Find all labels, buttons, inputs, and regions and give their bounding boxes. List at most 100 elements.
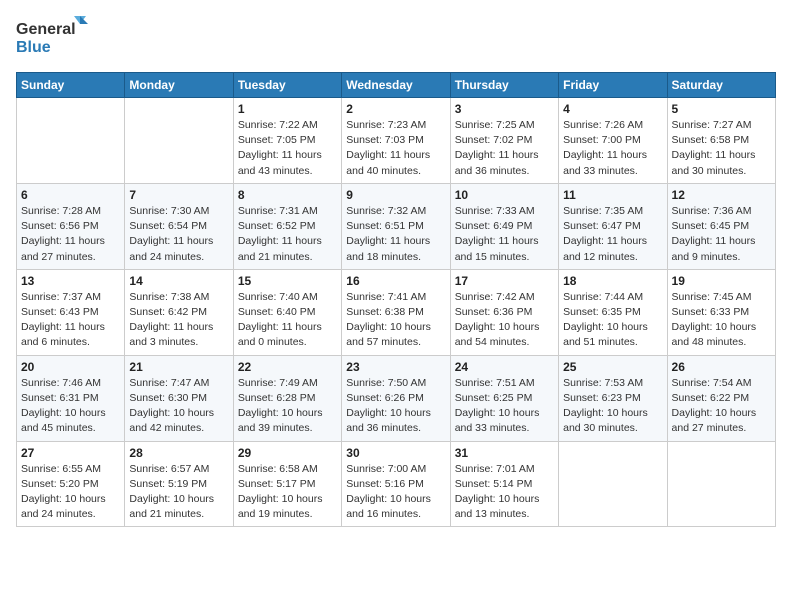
day-detail: Sunrise: 7:49 AMSunset: 6:28 PMDaylight:… [238, 376, 337, 437]
day-number: 15 [238, 274, 337, 288]
day-number: 17 [455, 274, 554, 288]
day-number: 27 [21, 446, 120, 460]
calendar-cell: 24Sunrise: 7:51 AMSunset: 6:25 PMDayligh… [450, 355, 558, 441]
day-detail: Sunrise: 6:55 AMSunset: 5:20 PMDaylight:… [21, 462, 120, 523]
day-detail: Sunrise: 7:00 AMSunset: 5:16 PMDaylight:… [346, 462, 445, 523]
day-header-sunday: Sunday [17, 73, 125, 98]
day-number: 31 [455, 446, 554, 460]
day-detail: Sunrise: 7:51 AMSunset: 6:25 PMDaylight:… [455, 376, 554, 437]
day-detail: Sunrise: 7:28 AMSunset: 6:56 PMDaylight:… [21, 204, 120, 265]
day-number: 13 [21, 274, 120, 288]
day-number: 11 [563, 188, 662, 202]
calendar-cell: 31 Sunrise: 7:01 AMSunset: 5:14 PMDayligh… [450, 441, 558, 527]
day-detail: Sunrise: 7:46 AMSunset: 6:31 PMDaylight:… [21, 376, 120, 437]
calendar-cell: 14 Sunrise: 7:38 AMSunset: 6:42 PMDayligh… [125, 269, 233, 355]
day-detail: Sunrise: 7:54 AMSunset: 6:22 PMDaylight:… [672, 376, 771, 437]
page-header: GeneralBlue [16, 16, 776, 60]
calendar-cell: 30 Sunrise: 7:00 AMSunset: 5:16 PMDayligh… [342, 441, 450, 527]
calendar-cell: 20 Sunrise: 7:46 AMSunset: 6:31 PMDayligh… [17, 355, 125, 441]
calendar-cell: 15 Sunrise: 7:40 AMSunset: 6:40 PMDayligh… [233, 269, 341, 355]
calendar-cell [17, 98, 125, 184]
calendar-week-row: 27 Sunrise: 6:55 AMSunset: 5:20 PMDayligh… [17, 441, 776, 527]
calendar-cell: 3Sunrise: 7:25 AMSunset: 7:02 PMDaylight… [450, 98, 558, 184]
day-header-wednesday: Wednesday [342, 73, 450, 98]
calendar-cell [667, 441, 775, 527]
day-detail: Sunrise: 6:57 AMSunset: 5:19 PMDaylight:… [129, 462, 228, 523]
day-detail: Sunrise: 6:58 AMSunset: 5:17 PMDaylight:… [238, 462, 337, 523]
day-number: 25 [563, 360, 662, 374]
day-number: 30 [346, 446, 445, 460]
calendar-cell: 2Sunrise: 7:23 AMSunset: 7:03 PMDaylight… [342, 98, 450, 184]
day-header-monday: Monday [125, 73, 233, 98]
day-detail: Sunrise: 7:40 AMSunset: 6:40 PMDaylight:… [238, 290, 337, 351]
day-detail: Sunrise: 7:45 AMSunset: 6:33 PMDaylight:… [672, 290, 771, 351]
svg-text:General: General [16, 21, 76, 38]
calendar-cell: 4Sunrise: 7:26 AMSunset: 7:00 PMDaylight… [559, 98, 667, 184]
day-number: 12 [672, 188, 771, 202]
day-number: 6 [21, 188, 120, 202]
day-detail: Sunrise: 7:47 AMSunset: 6:30 PMDaylight:… [129, 376, 228, 437]
calendar-week-row: 20 Sunrise: 7:46 AMSunset: 6:31 PMDayligh… [17, 355, 776, 441]
day-number: 26 [672, 360, 771, 374]
day-header-friday: Friday [559, 73, 667, 98]
day-number: 22 [238, 360, 337, 374]
calendar-cell: 27 Sunrise: 6:55 AMSunset: 5:20 PMDayligh… [17, 441, 125, 527]
calendar-cell: 12 Sunrise: 7:36 AMSunset: 6:45 PMDayligh… [667, 183, 775, 269]
calendar-cell: 29 Sunrise: 6:58 AMSunset: 5:17 PMDayligh… [233, 441, 341, 527]
day-detail: Sunrise: 7:41 AMSunset: 6:38 PMDaylight:… [346, 290, 445, 351]
day-number: 1 [238, 102, 337, 116]
day-detail: Sunrise: 7:33 AMSunset: 6:49 PMDaylight:… [455, 204, 554, 265]
day-detail: Sunrise: 7:32 AMSunset: 6:51 PMDaylight:… [346, 204, 445, 265]
calendar-cell: 10Sunrise: 7:33 AMSunset: 6:49 PMDayligh… [450, 183, 558, 269]
day-detail: Sunrise: 7:35 AMSunset: 6:47 PMDaylight:… [563, 204, 662, 265]
calendar-cell: 11 Sunrise: 7:35 AMSunset: 6:47 PMDayligh… [559, 183, 667, 269]
day-number: 16 [346, 274, 445, 288]
calendar-cell: 17 Sunrise: 7:42 AMSunset: 6:36 PMDayligh… [450, 269, 558, 355]
day-number: 8 [238, 188, 337, 202]
day-number: 9 [346, 188, 445, 202]
calendar-table: SundayMondayTuesdayWednesdayThursdayFrid… [16, 72, 776, 527]
day-header-tuesday: Tuesday [233, 73, 341, 98]
day-detail: Sunrise: 7:53 AMSunset: 6:23 PMDaylight:… [563, 376, 662, 437]
day-number: 21 [129, 360, 228, 374]
calendar-cell: 26 Sunrise: 7:54 AMSunset: 6:22 PMDayligh… [667, 355, 775, 441]
day-number: 5 [672, 102, 771, 116]
day-detail: Sunrise: 7:30 AMSunset: 6:54 PMDaylight:… [129, 204, 228, 265]
calendar-week-row: 13Sunrise: 7:37 AMSunset: 6:43 PMDayligh… [17, 269, 776, 355]
calendar-cell: 21 Sunrise: 7:47 AMSunset: 6:30 PMDayligh… [125, 355, 233, 441]
day-detail: Sunrise: 7:42 AMSunset: 6:36 PMDaylight:… [455, 290, 554, 351]
calendar-cell: 19 Sunrise: 7:45 AMSunset: 6:33 PMDayligh… [667, 269, 775, 355]
day-number: 20 [21, 360, 120, 374]
day-number: 29 [238, 446, 337, 460]
day-detail: Sunrise: 7:44 AMSunset: 6:35 PMDaylight:… [563, 290, 662, 351]
day-detail: Sunrise: 7:22 AMSunset: 7:05 PMDaylight:… [238, 118, 337, 179]
calendar-cell: 1 Sunrise: 7:22 AMSunset: 7:05 PMDaylight… [233, 98, 341, 184]
calendar-cell: 5Sunrise: 7:27 AMSunset: 6:58 PMDaylight… [667, 98, 775, 184]
day-detail: Sunrise: 7:23 AMSunset: 7:03 PMDaylight:… [346, 118, 445, 179]
calendar-cell: 7Sunrise: 7:30 AMSunset: 6:54 PMDaylight… [125, 183, 233, 269]
day-detail: Sunrise: 7:38 AMSunset: 6:42 PMDaylight:… [129, 290, 228, 351]
calendar-cell [125, 98, 233, 184]
day-detail: Sunrise: 7:25 AMSunset: 7:02 PMDaylight:… [455, 118, 554, 179]
svg-text:Blue: Blue [16, 39, 51, 56]
calendar-cell: 8 Sunrise: 7:31 AMSunset: 6:52 PMDaylight… [233, 183, 341, 269]
logo-svg: GeneralBlue [16, 16, 96, 60]
day-number: 4 [563, 102, 662, 116]
day-header-saturday: Saturday [667, 73, 775, 98]
day-detail: Sunrise: 7:36 AMSunset: 6:45 PMDaylight:… [672, 204, 771, 265]
day-number: 19 [672, 274, 771, 288]
calendar-cell: 28Sunrise: 6:57 AMSunset: 5:19 PMDayligh… [125, 441, 233, 527]
calendar-cell: 9 Sunrise: 7:32 AMSunset: 6:51 PMDaylight… [342, 183, 450, 269]
day-detail: Sunrise: 7:01 AMSunset: 5:14 PMDaylight:… [455, 462, 554, 523]
day-number: 14 [129, 274, 228, 288]
calendar-cell: 22 Sunrise: 7:49 AMSunset: 6:28 PMDayligh… [233, 355, 341, 441]
calendar-cell: 23Sunrise: 7:50 AMSunset: 6:26 PMDayligh… [342, 355, 450, 441]
calendar-cell: 16 Sunrise: 7:41 AMSunset: 6:38 PMDayligh… [342, 269, 450, 355]
calendar-header-row: SundayMondayTuesdayWednesdayThursdayFrid… [17, 73, 776, 98]
day-number: 18 [563, 274, 662, 288]
calendar-cell: 18 Sunrise: 7:44 AMSunset: 6:35 PMDayligh… [559, 269, 667, 355]
calendar-cell: 25 Sunrise: 7:53 AMSunset: 6:23 PMDayligh… [559, 355, 667, 441]
day-header-thursday: Thursday [450, 73, 558, 98]
day-detail: Sunrise: 7:31 AMSunset: 6:52 PMDaylight:… [238, 204, 337, 265]
calendar-week-row: 6 Sunrise: 7:28 AMSunset: 6:56 PMDaylight… [17, 183, 776, 269]
